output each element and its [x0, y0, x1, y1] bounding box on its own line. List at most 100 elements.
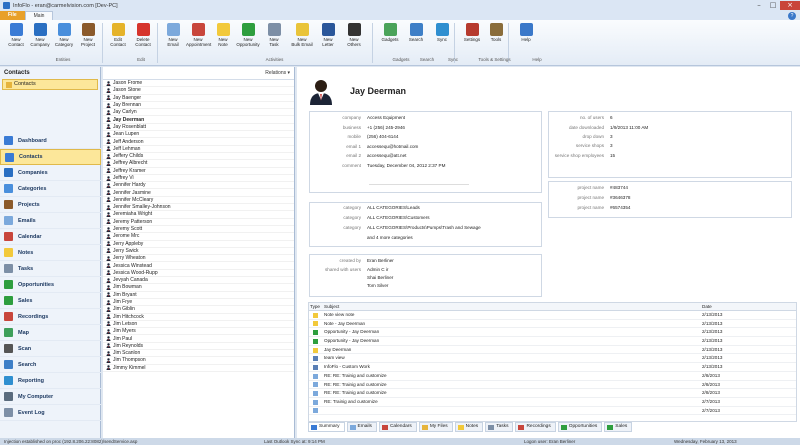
new-contact-button[interactable]: New Contact — [4, 23, 28, 47]
tab-emails[interactable]: Emails — [346, 422, 377, 432]
tab-tasks[interactable]: Tasks — [485, 422, 514, 432]
tab-recordings[interactable]: Recordings — [515, 422, 556, 432]
contact-row[interactable]: Jimmy Kimmel — [103, 365, 294, 372]
close-button[interactable]: × — [780, 1, 800, 10]
nav-item-companies[interactable]: Companies — [0, 165, 101, 181]
relations-dropdown[interactable]: Relations ▾ — [103, 67, 294, 80]
table-row[interactable]: Opportunity - Jay Deerman 2/13/2013 — [309, 328, 796, 338]
nav-item-sales[interactable]: Sales — [0, 293, 101, 309]
help-button[interactable]: Help — [514, 23, 538, 42]
table-row[interactable]: Note view note 2/13/2013 — [309, 311, 796, 320]
table-row[interactable]: 2/7/2013 — [309, 407, 796, 416]
contact-row[interactable]: Jeremy Scott — [103, 226, 294, 234]
new-category-button[interactable]: New Category — [52, 23, 76, 47]
contact-row[interactable]: Jerry Wheaton — [103, 255, 294, 263]
table-row[interactable]: RE: Trainig and customize 2/7/2013 — [309, 398, 796, 407]
nav-item-reporting[interactable]: Reporting — [0, 373, 101, 389]
contact-row[interactable]: Jennifer McCleary — [103, 197, 294, 205]
minimize-button[interactable]: – — [752, 1, 766, 10]
contact-row[interactable]: Jeffery Childs — [103, 153, 294, 161]
nav-item-scan[interactable]: Scan — [0, 341, 101, 357]
contact-row[interactable]: Jessica Wood-Rupp — [103, 270, 294, 278]
new-note-button[interactable]: New Note — [211, 23, 235, 47]
new-letter-button[interactable]: New Letter — [316, 23, 340, 47]
tab-opportunities[interactable]: Opportunities — [557, 422, 603, 432]
contact-row[interactable]: Jim Reynolds — [103, 343, 294, 350]
contact-row[interactable]: Jennifer Smalley-Johnson — [103, 204, 294, 212]
new-task-button[interactable]: New Task — [262, 23, 286, 47]
settings-button[interactable]: Settings — [460, 23, 484, 42]
nav-item-notes[interactable]: Notes — [0, 245, 101, 261]
contact-row[interactable]: Jerome Mrc — [103, 233, 294, 241]
contact-row[interactable]: Jim Myers — [103, 328, 294, 336]
nav-item-search[interactable]: Search — [0, 357, 101, 373]
contact-row[interactable]: Jeff Lehman — [103, 146, 294, 153]
contact-row[interactable]: Jim Bowman — [103, 284, 294, 292]
new-company-button[interactable]: New Company — [28, 23, 52, 47]
sync-button[interactable]: Sync — [430, 23, 454, 42]
contact-row[interactable]: Jerry Appleby — [103, 241, 294, 248]
new-others-button[interactable]: New Others — [342, 23, 366, 47]
nav-item-event-log[interactable]: Event Log — [0, 405, 101, 421]
contact-row[interactable]: Jeffrey Vi — [103, 175, 294, 183]
help-icon[interactable]: ? — [788, 12, 796, 20]
nav-item-map[interactable]: Map — [0, 325, 101, 341]
nav-item-dashboard[interactable]: Dashboard — [0, 133, 101, 149]
contact-row[interactable]: Jay Baenger — [103, 95, 294, 102]
new-email-button[interactable]: New Email — [161, 23, 185, 47]
contact-row[interactable]: Jeffrey Albrecht — [103, 160, 294, 168]
contact-row[interactable]: Jay Deerman — [103, 116, 294, 124]
contact-row[interactable]: Jim Letson — [103, 321, 294, 329]
col-date[interactable]: Date — [699, 303, 796, 310]
contact-row[interactable]: Jason Stone — [103, 87, 294, 95]
table-row[interactable]: Note - Jay Deerman 2/13/2013 — [309, 320, 796, 329]
table-row[interactable]: InfoFlo - Custom Work 2/13/2013 — [309, 363, 796, 372]
new-project-button[interactable]: New Project — [76, 23, 100, 47]
contact-row[interactable]: Jay Carlyn — [103, 109, 294, 117]
tab-calendars[interactable]: Calendars — [378, 422, 417, 432]
tab-file[interactable]: File — [0, 11, 25, 20]
contact-row[interactable]: Jeff Anderson — [103, 138, 294, 146]
maximize-button[interactable]: □ — [766, 1, 780, 10]
tab-summary[interactable]: Summary — [308, 422, 345, 432]
delete-contact-button[interactable]: Delete Contact — [131, 23, 155, 47]
contact-row[interactable]: Jay Rosenblatt — [103, 124, 294, 132]
table-row[interactable]: RE: RE: Trainig and customize 2/8/2013 — [309, 389, 796, 398]
table-row[interactable]: RE: RE: Trainig and customize 2/8/2013 — [309, 381, 796, 390]
contact-row[interactable]: Jennifer Jasmine — [103, 189, 294, 197]
contact-row[interactable]: Jim Thompson — [103, 357, 294, 365]
tab-notes[interactable]: Notes — [454, 422, 484, 432]
nav-item-contacts[interactable]: Contacts — [0, 149, 101, 165]
table-row[interactable]: RE: RE: Trainig and customize 2/8/2013 — [309, 372, 796, 381]
contact-row[interactable]: Jeremy Patterson — [103, 219, 294, 226]
contact-row[interactable]: Jim Frye — [103, 299, 294, 307]
nav-item-emails[interactable]: Emails — [0, 213, 101, 229]
new-bulk-email-button[interactable]: New Bulk Email — [290, 23, 314, 47]
new-appointment-button[interactable]: New Appointment — [186, 23, 211, 47]
nav-item-tasks[interactable]: Tasks — [0, 261, 101, 277]
nav-item-projects[interactable]: Projects — [0, 197, 101, 213]
contact-row[interactable]: Jeremiaha Wright — [103, 211, 294, 219]
contact-row[interactable]: Jay Brennan — [103, 102, 294, 110]
contact-row[interactable]: Jerry Swick — [103, 248, 294, 256]
contact-row[interactable]: Jessica Winstead — [103, 262, 294, 270]
contact-row[interactable]: Jason Frome — [103, 80, 294, 88]
contact-row[interactable]: Jim Hitchcock — [103, 314, 294, 321]
nav-item-calendar[interactable]: Calendar — [0, 229, 101, 245]
search-button[interactable]: Search — [404, 23, 428, 42]
contact-row[interactable]: Jeffrey Kramer — [103, 168, 294, 175]
col-subject[interactable]: Subject — [321, 303, 699, 310]
folder-contacts[interactable]: Contacts — [2, 79, 98, 90]
contact-row[interactable]: Jevyah Canada — [103, 277, 294, 285]
gadgets-button[interactable]: Gadgets — [378, 23, 402, 42]
contact-row[interactable]: Jim Paul — [103, 335, 294, 343]
contact-row[interactable]: Jim Scanlon — [103, 350, 294, 358]
table-row[interactable]: Opportunity - Jay Deerman 2/13/2013 — [309, 337, 796, 346]
new-opportunity-button[interactable]: New Opportunity — [236, 23, 260, 47]
contact-row[interactable]: Jim Giblin — [103, 306, 294, 314]
contact-row[interactable]: Jean Lupen — [103, 131, 294, 139]
nav-item-recordings[interactable]: Recordings — [0, 309, 101, 325]
table-row[interactable]: team view 2/13/2013 — [309, 354, 796, 364]
contact-row[interactable]: Jennifer Hardy — [103, 182, 294, 190]
contact-row[interactable]: Jim Bryant — [103, 292, 294, 299]
